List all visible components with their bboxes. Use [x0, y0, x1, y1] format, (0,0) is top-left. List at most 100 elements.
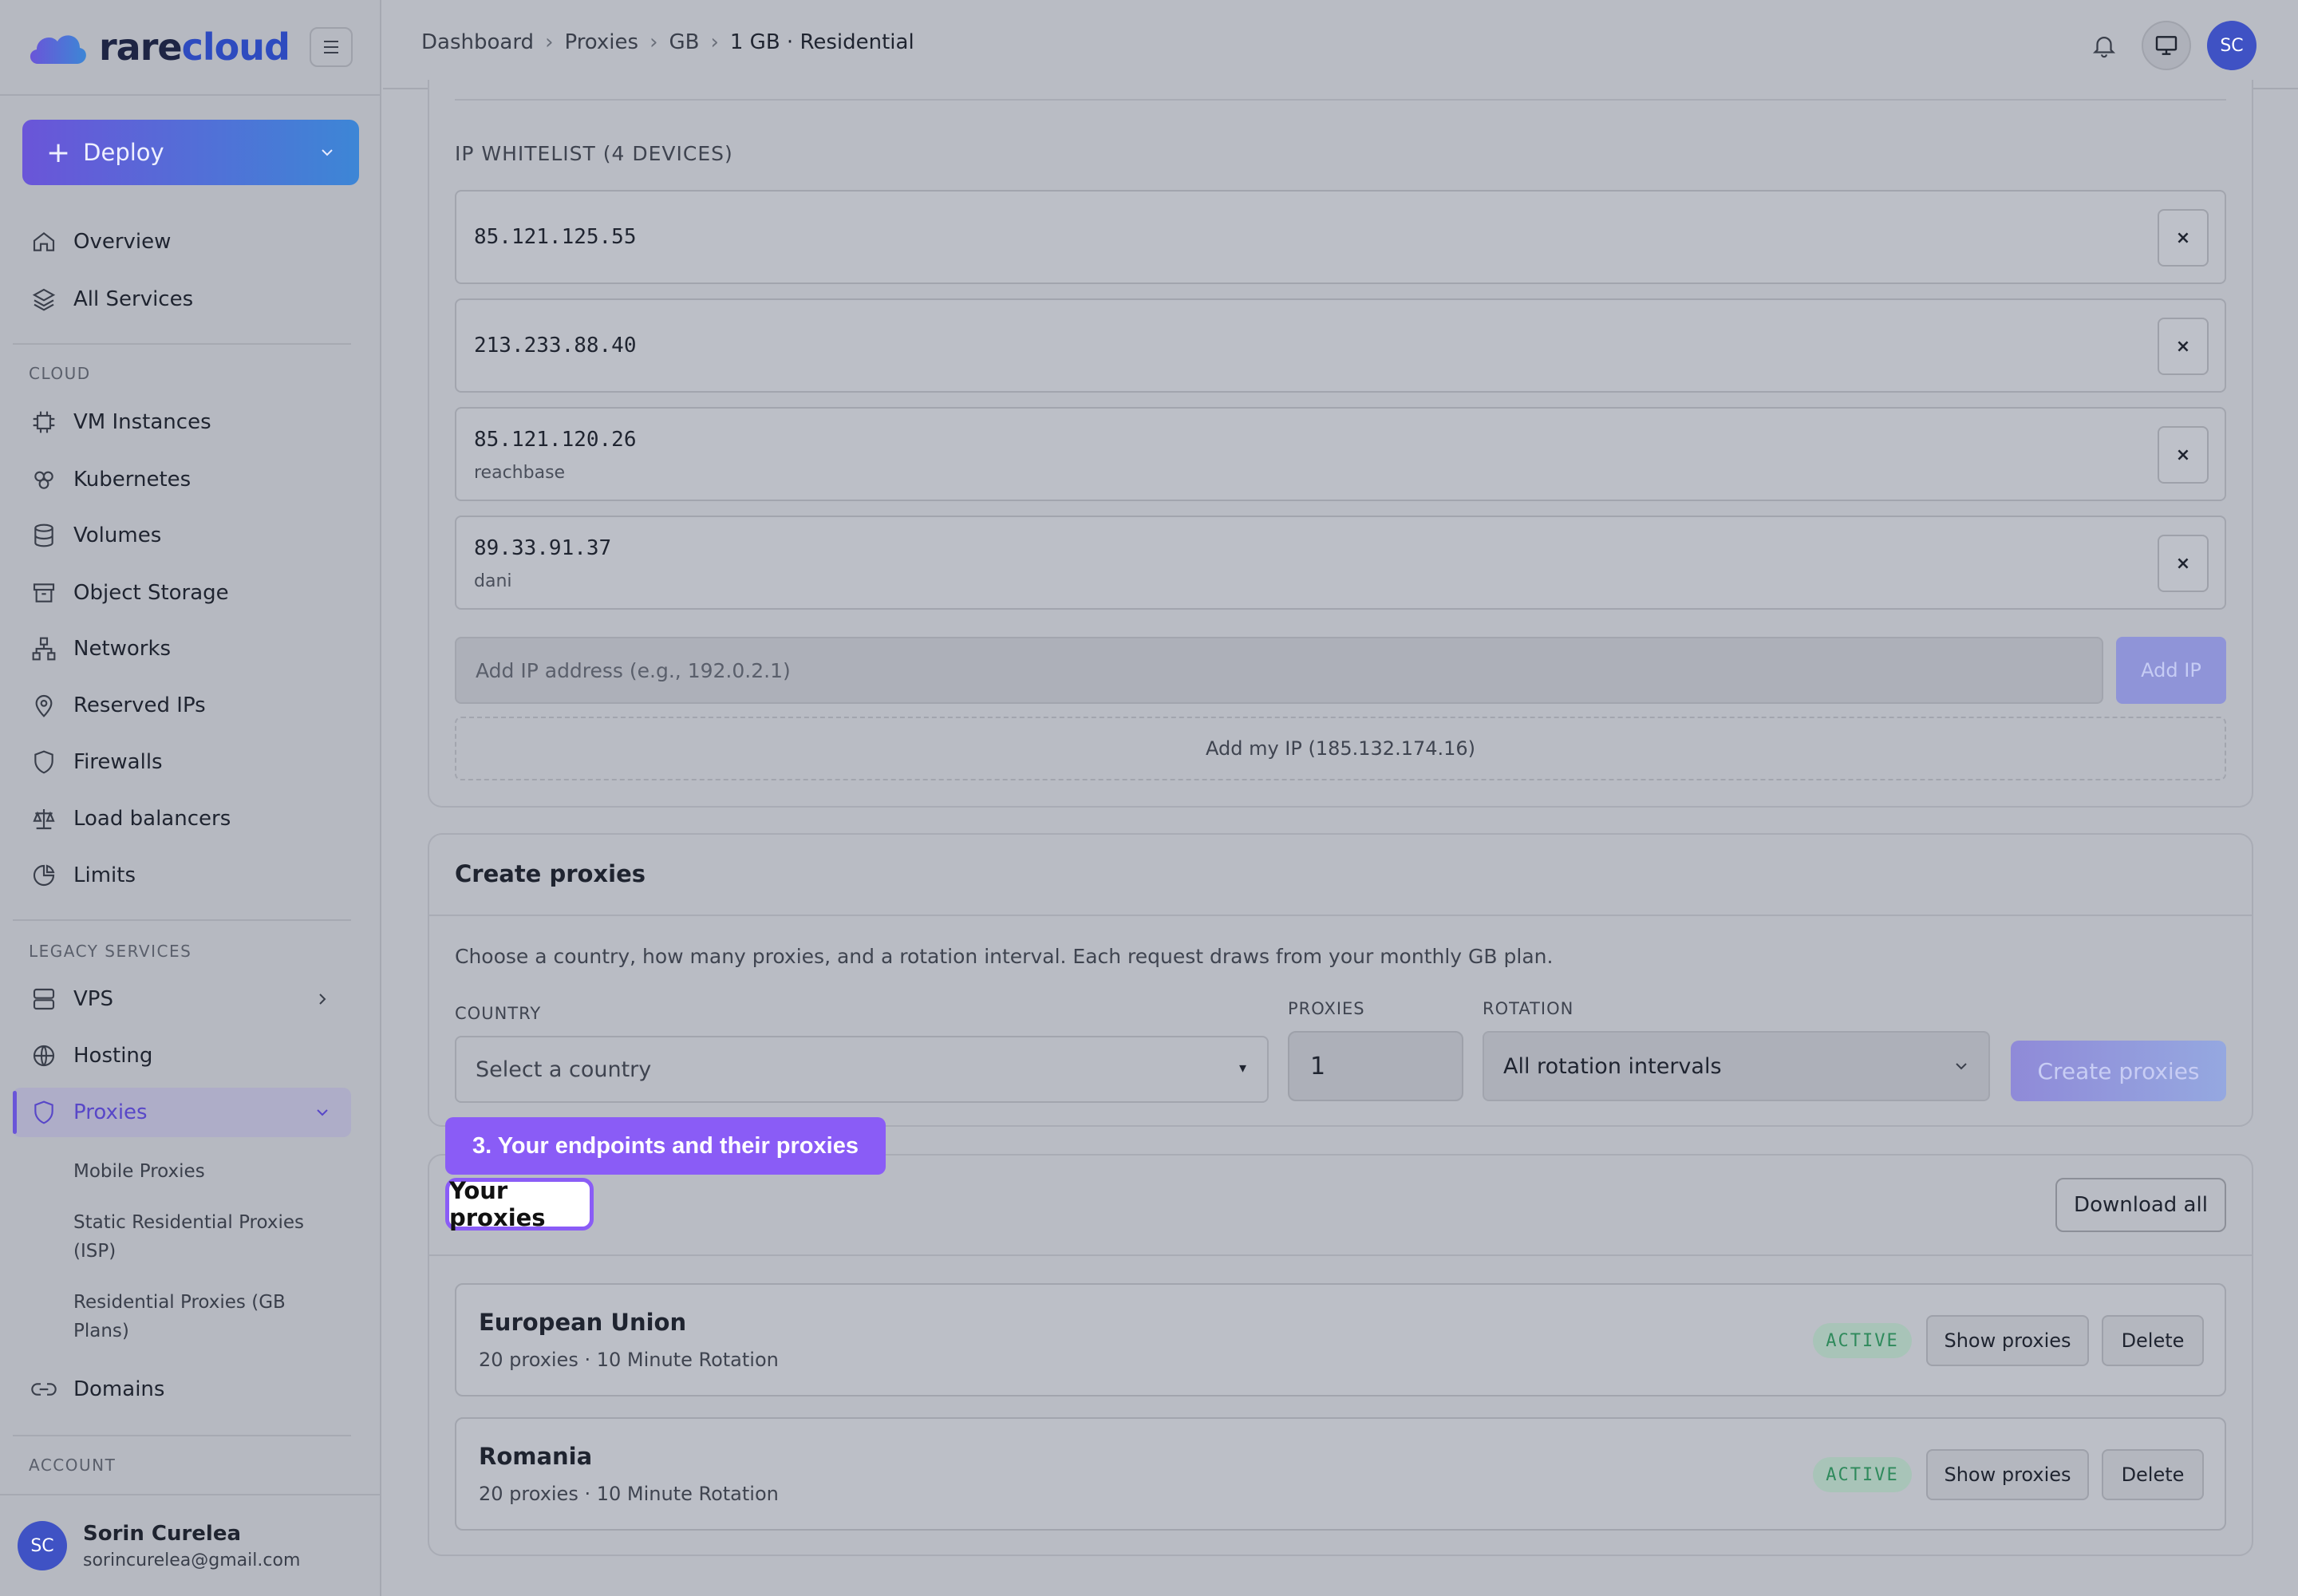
sidebar-item-overview[interactable]: Overview [13, 217, 351, 267]
sidebar-item-load-balancers[interactable]: Load balancers [13, 794, 351, 843]
display-mode-button[interactable] [2142, 21, 2191, 70]
sidebar-item-vps[interactable]: VPS [13, 974, 351, 1024]
sidebar-item-networks[interactable]: Networks [13, 624, 351, 674]
cpu-icon [29, 407, 59, 437]
breadcrumb-dashboard[interactable]: Dashboard [421, 30, 534, 54]
sidebar-subitem-static-residential[interactable]: Static Residential Proxies (ISP) [73, 1208, 337, 1266]
sidebar-item-label: Firewalls [73, 750, 163, 774]
sidebar-item-all-services[interactable]: All Services [13, 275, 351, 324]
delete-endpoint-button[interactable]: Delete [2102, 1449, 2204, 1500]
create-proxies-button[interactable]: Create proxies [2011, 1041, 2226, 1101]
archive-icon [29, 578, 59, 608]
sidebar-item-proxies[interactable]: Proxies [13, 1088, 351, 1137]
section-label-cloud: CLOUD [29, 364, 91, 383]
proxies-label: PROXIES [1288, 999, 1365, 1018]
country-label: COUNTRY [455, 1004, 542, 1023]
breadcrumb-proxies[interactable]: Proxies [564, 30, 638, 54]
card-divider [429, 1254, 2252, 1256]
link-icon [29, 1374, 59, 1404]
whitelist-ip: 89.33.91.37 [474, 536, 612, 560]
map-pin-icon [29, 690, 59, 721]
sidebar-divider [13, 343, 351, 345]
endpoint-meta: 20 proxies · 10 Minute Rotation [479, 1349, 779, 1371]
user-name: Sorin Curelea [83, 1521, 242, 1546]
sidebar-item-label: VM Instances [73, 410, 211, 434]
breadcrumb-gb[interactable]: GB [669, 30, 699, 54]
pie-chart-icon [29, 860, 59, 891]
sidebar-subitem-residential-gb[interactable]: Residential Proxies (GB Plans) [73, 1288, 337, 1345]
sidebar-item-limits[interactable]: Limits [13, 851, 351, 900]
layers-icon [29, 284, 59, 314]
sidebar-item-domains[interactable]: Domains [13, 1365, 351, 1414]
remove-ip-button[interactable]: × [2158, 209, 2209, 267]
show-proxies-button[interactable]: Show proxies [1926, 1315, 2089, 1366]
whitelist-ip-label: reachbase [474, 463, 566, 483]
top-header: Dashboard › Proxies › GB › 1 GB · Reside… [383, 0, 2298, 89]
section-label-legacy: LEGACY SERVICES [29, 942, 192, 961]
sidebar-toggle-button[interactable] [310, 27, 353, 67]
status-badge: ACTIVE [1813, 1457, 1912, 1492]
whitelist-entry: 89.33.91.37 dani × [455, 516, 2226, 610]
endpoint-name: European Union [479, 1309, 687, 1336]
user-profile[interactable]: SC Sorin Curelea sorincurelea@gmail.com [0, 1494, 381, 1596]
add-my-ip-button[interactable]: Add my IP (185.132.174.16) [455, 717, 2226, 780]
header-avatar-button[interactable]: SC [2207, 21, 2257, 70]
sidebar-item-object-storage[interactable]: Object Storage [13, 568, 351, 618]
breadcrumb: Dashboard › Proxies › GB › 1 GB · Reside… [421, 30, 914, 54]
endpoint-row: Romania 20 proxies · 10 Minute Rotation … [455, 1417, 2226, 1531]
create-proxies-title: Create proxies [455, 860, 646, 887]
server-icon [29, 984, 59, 1014]
breadcrumb-separator: › [710, 30, 719, 54]
whitelist-entry: 85.121.125.55 × [455, 190, 2226, 284]
remove-ip-button[interactable]: × [2158, 426, 2209, 484]
whitelist-entry: 85.121.120.26 reachbase × [455, 407, 2226, 501]
sidebar-item-reserved-ips[interactable]: Reserved IPs [13, 681, 351, 730]
add-ip-button[interactable]: Add IP [2116, 637, 2226, 704]
add-ip-input[interactable]: Add IP address (e.g., 192.0.2.1) [455, 637, 2103, 704]
plus-icon: + [46, 136, 71, 169]
close-icon: × [2175, 336, 2191, 357]
delete-endpoint-button[interactable]: Delete [2102, 1315, 2204, 1366]
notifications-button[interactable] [2079, 21, 2129, 70]
your-proxies-title: Your proxies [445, 1177, 594, 1231]
remove-ip-button[interactable]: × [2158, 318, 2209, 375]
sidebar-item-label: Domains [73, 1377, 165, 1401]
endpoint-row: European Union 20 proxies · 10 Minute Ro… [455, 1283, 2226, 1396]
logo-row: rarecloud [0, 0, 380, 96]
sidebar-item-label: VPS [73, 987, 113, 1011]
avatar: SC [2207, 21, 2257, 70]
sidebar-item-kubernetes[interactable]: Kubernetes [13, 455, 351, 504]
sidebar-divider [13, 919, 351, 921]
sidebar-item-vm-instances[interactable]: VM Instances [13, 397, 351, 447]
breadcrumb-separator: › [545, 30, 554, 54]
chevron-down-icon [317, 1109, 328, 1116]
remove-ip-button[interactable]: × [2158, 535, 2209, 592]
sidebar-item-firewalls[interactable]: Firewalls [13, 737, 351, 787]
sidebar-item-label: Hosting [73, 1044, 153, 1068]
country-select[interactable]: Select a country ▾ [455, 1036, 1269, 1103]
kubernetes-icon [29, 464, 59, 495]
show-proxies-button[interactable]: Show proxies [1926, 1449, 2089, 1500]
database-icon [29, 520, 59, 551]
whitelist-ip-label: dani [474, 571, 512, 591]
caret-down-icon: ▾ [1238, 1060, 1246, 1077]
network-icon [29, 634, 59, 664]
chevron-right-icon [319, 994, 326, 1005]
sidebar: rarecloud + Deploy Overview All Services… [0, 0, 381, 1596]
sidebar-item-label: Proxies [73, 1100, 148, 1124]
sidebar-item-label: Volumes [73, 523, 162, 547]
whitelist-ip: 85.121.125.55 [474, 225, 637, 249]
breadcrumb-current: 1 GB · Residential [729, 30, 914, 54]
whitelist-ip: 213.233.88.40 [474, 334, 637, 358]
globe-icon [29, 1041, 59, 1071]
deploy-button[interactable]: + Deploy [22, 120, 359, 185]
download-all-button[interactable]: Download all [2055, 1178, 2226, 1232]
rotation-select[interactable]: All rotation intervals [1483, 1031, 1990, 1101]
chevron-down-icon [1956, 1063, 1967, 1070]
sidebar-item-volumes[interactable]: Volumes [13, 511, 351, 560]
menu-icon [324, 41, 338, 53]
logo-text-part2: cloud [181, 26, 290, 69]
sidebar-item-hosting[interactable]: Hosting [13, 1031, 351, 1080]
sidebar-subitem-mobile-proxies[interactable]: Mobile Proxies [73, 1157, 337, 1186]
proxies-count-input[interactable]: 1 [1288, 1031, 1463, 1101]
